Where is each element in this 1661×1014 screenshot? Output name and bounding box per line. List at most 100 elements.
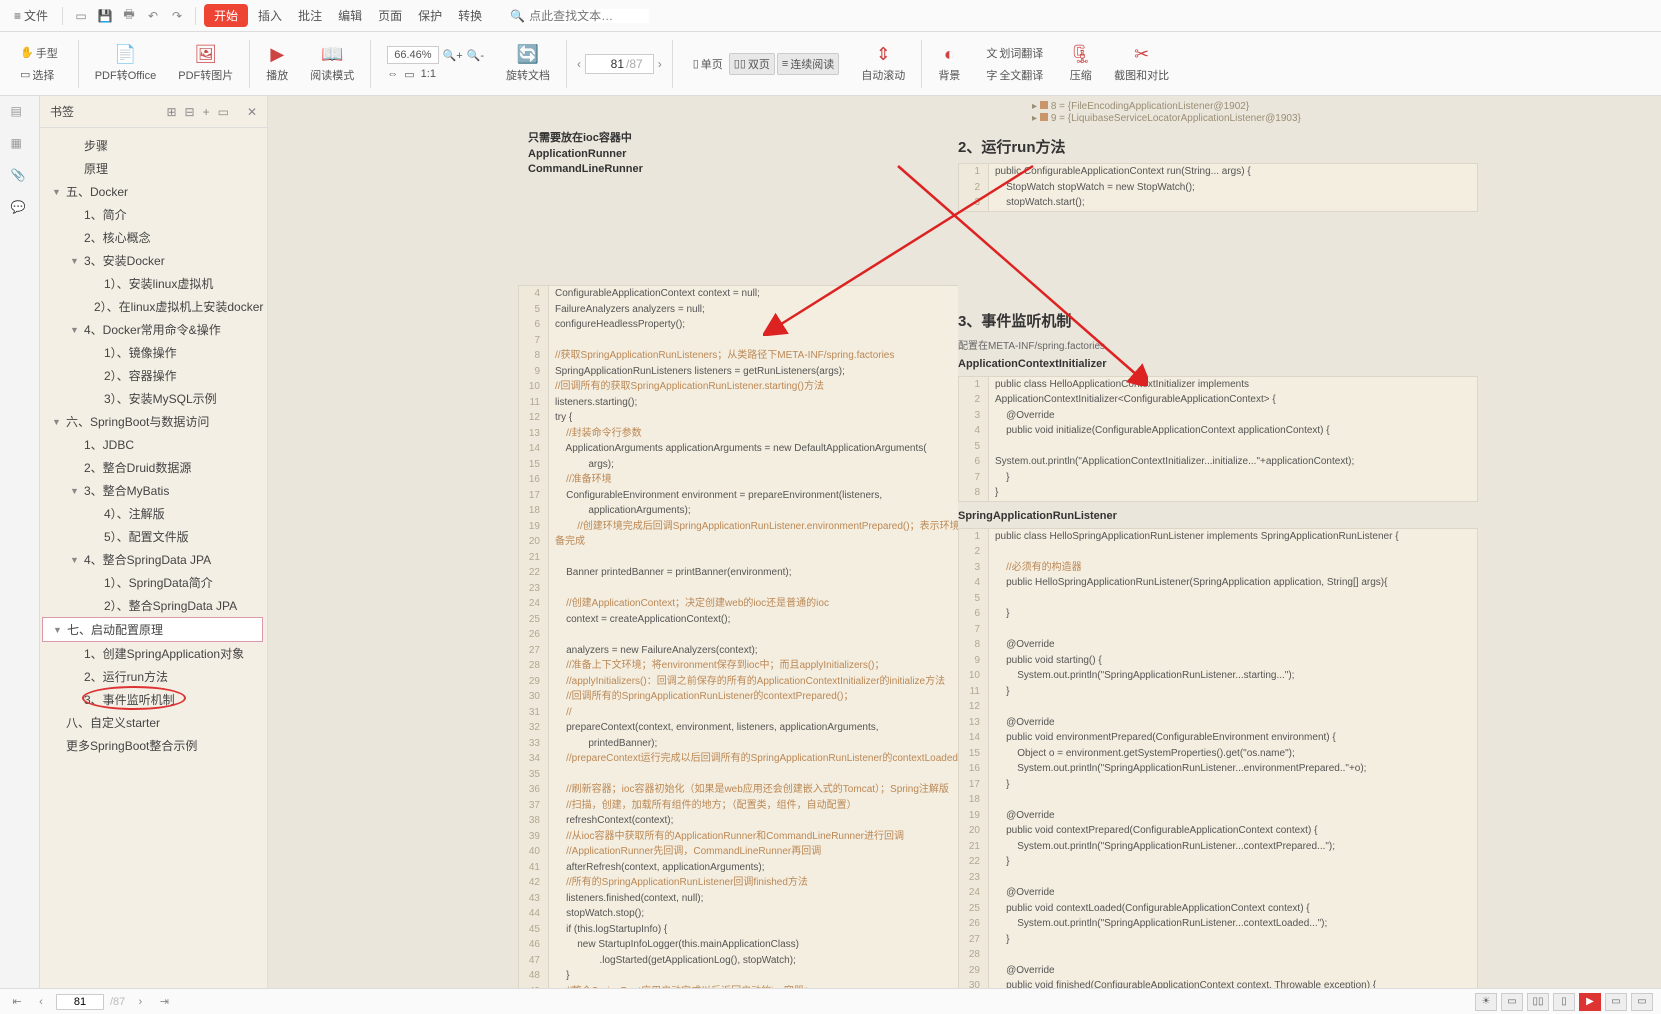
- open-icon[interactable]: ▭: [71, 6, 91, 26]
- tab-annotate[interactable]: 批注: [292, 5, 328, 26]
- code-block: 1public ConfigurableApplicationContext r…: [958, 163, 1478, 212]
- note-text: 配置在META-INF/spring.factories: [958, 337, 1478, 352]
- tab-edit[interactable]: 编辑: [332, 5, 368, 26]
- add-bookmark-icon[interactable]: +: [203, 105, 210, 119]
- bookmarks-icon[interactable]: ▤: [11, 104, 29, 122]
- compress[interactable]: 🗜压缩: [1063, 42, 1098, 85]
- bookmark-item[interactable]: 步骤: [42, 134, 263, 157]
- first-page-icon[interactable]: ⇤: [8, 995, 26, 1008]
- auto-scroll[interactable]: ⇕自动滚动: [855, 42, 911, 85]
- zoom-out-icon[interactable]: 🔍-: [467, 49, 484, 62]
- page-right: ▸ 8 = {FileEncodingApplicationListener@1…: [958, 96, 1478, 906]
- last-page-icon[interactable]: ⇥: [155, 995, 173, 1008]
- tab-start[interactable]: 开始: [204, 4, 248, 27]
- close-sidebar-icon[interactable]: ✕: [247, 105, 257, 119]
- bookmark-item[interactable]: 2、运行run方法: [42, 665, 263, 688]
- undo-icon[interactable]: ↶: [143, 6, 163, 26]
- bookmark-item[interactable]: 1、简介: [42, 203, 263, 226]
- hand-tool[interactable]: ✋ 手型: [16, 43, 62, 63]
- fit-page-icon[interactable]: ▭: [404, 68, 414, 81]
- tab-convert[interactable]: 转换: [452, 5, 488, 26]
- continuous-read[interactable]: ≡ 连续阅读: [777, 53, 839, 75]
- single-page[interactable]: ▯ 单页: [689, 53, 727, 75]
- page-input[interactable]: [56, 994, 104, 1010]
- play-button[interactable]: ▶播放: [260, 42, 294, 85]
- full-translate[interactable]: 字 全文翻译: [982, 65, 1047, 85]
- bookmark-item[interactable]: 2）、在linux虚拟机上安装docker: [42, 295, 263, 318]
- page-indicator[interactable]: 81/87: [585, 54, 654, 74]
- view-mode-icon[interactable]: ▯▯: [1527, 993, 1549, 1011]
- rotate-doc[interactable]: 🔄旋转文档: [500, 42, 556, 85]
- bookmark-item[interactable]: ▼3、整合MyBatis: [42, 479, 263, 502]
- tab-page[interactable]: 页面: [372, 5, 408, 26]
- view-mode-icon[interactable]: ▭: [1631, 993, 1653, 1011]
- collapse-all-icon[interactable]: ⊟: [185, 105, 195, 119]
- bookmark-item[interactable]: ▼4、Docker常用命令&操作: [42, 318, 263, 341]
- read-mode[interactable]: 📖阅读模式: [304, 42, 360, 85]
- select-tool[interactable]: ▭ 选择: [16, 65, 58, 85]
- page-prev-icon[interactable]: ‹: [577, 57, 581, 71]
- bookmark-options-icon[interactable]: ▭: [218, 105, 229, 119]
- actual-size-icon[interactable]: 1:1: [421, 68, 436, 81]
- view-mode-icon[interactable]: ▭: [1605, 993, 1627, 1011]
- bookmark-item[interactable]: 1、JDBC: [42, 433, 263, 456]
- next-page-icon[interactable]: ›: [131, 996, 149, 1008]
- note-text: SpringApplicationRunListener: [958, 510, 1478, 522]
- bookmark-item[interactable]: ▼3、安装Docker: [42, 249, 263, 272]
- tab-protect[interactable]: 保护: [412, 5, 448, 26]
- section-heading: 3、事件监听机制: [958, 310, 1478, 331]
- bookmark-item[interactable]: ▼五、Docker: [42, 180, 263, 203]
- bookmark-item[interactable]: 2）、容器操作: [42, 364, 263, 387]
- view-mode-icon[interactable]: ▶: [1579, 993, 1601, 1011]
- left-rail: ▤ ▦ 📎 💬: [0, 96, 40, 988]
- view-mode-icon[interactable]: ▯: [1553, 993, 1575, 1011]
- bookmark-item[interactable]: 2）、整合SpringData JPA: [42, 594, 263, 617]
- bookmark-item[interactable]: ▼4、整合SpringData JPA: [42, 548, 263, 571]
- bookmark-item[interactable]: 1、创建SpringApplication对象: [42, 642, 263, 665]
- save-icon[interactable]: 💾: [95, 6, 115, 26]
- word-translate[interactable]: 文 划词翻译: [982, 43, 1047, 63]
- expand-all-icon[interactable]: ⊞: [166, 105, 176, 119]
- bookmark-item[interactable]: ▼六、SpringBoot与数据访问: [42, 410, 263, 433]
- bookmark-item[interactable]: 4）、注解版: [42, 502, 263, 525]
- debug-tree-line: ▸ 8 = {FileEncodingApplicationListener@1…: [1032, 101, 1478, 112]
- search-input[interactable]: [529, 9, 649, 23]
- section-heading: 2、运行run方法: [958, 136, 1478, 157]
- print-icon[interactable]: 🖶: [119, 6, 139, 26]
- pdf-to-image[interactable]: 🖼PDF转图片: [172, 42, 239, 85]
- tab-insert[interactable]: 插入: [252, 5, 288, 26]
- pdf-to-office[interactable]: 📄PDF转Office: [89, 42, 163, 85]
- page-next-icon[interactable]: ›: [658, 57, 662, 71]
- file-menu[interactable]: ≡ 文件: [8, 5, 54, 26]
- background[interactable]: ◐背景: [932, 42, 966, 85]
- bookmark-item[interactable]: 1）、镜像操作: [42, 341, 263, 364]
- bookmark-item[interactable]: 更多SpringBoot整合示例: [42, 734, 263, 757]
- fit-width-icon[interactable]: ⇔: [387, 68, 398, 81]
- screenshot-compare[interactable]: ✂截图和对比: [1108, 42, 1175, 85]
- bookmark-item[interactable]: 3）、安装MySQL示例: [42, 387, 263, 410]
- comments-icon[interactable]: 💬: [11, 200, 29, 218]
- view-mode-icon[interactable]: ▭: [1501, 993, 1523, 1011]
- thumbnails-icon[interactable]: ▦: [11, 136, 29, 154]
- sidebar-title: 书签: [50, 103, 74, 120]
- zoom-value[interactable]: 66.46%: [387, 46, 438, 64]
- double-page[interactable]: ▯▯ 双页: [729, 53, 775, 75]
- attach-icon[interactable]: 📎: [11, 168, 29, 186]
- bookmark-tree: 步骤原理▼五、Docker1、简介2、核心概念▼3、安装Docker1）、安装l…: [40, 128, 267, 988]
- bookmark-item[interactable]: 5）、配置文件版: [42, 525, 263, 548]
- bookmark-item[interactable]: 1）、SpringData简介: [42, 571, 263, 594]
- zoom-in-icon[interactable]: 🔍+: [443, 49, 463, 62]
- bookmark-item[interactable]: 2、整合Druid数据源: [42, 456, 263, 479]
- bookmark-item[interactable]: 原理: [42, 157, 263, 180]
- bookmark-item[interactable]: 3、事件监听机制: [42, 688, 263, 711]
- bookmark-item[interactable]: 2、核心概念: [42, 226, 263, 249]
- status-bar: ⇤ ‹ /87 › ⇥ ☀ ▭ ▯▯ ▯ ▶ ▭ ▭: [0, 988, 1661, 1014]
- view-mode-icon[interactable]: ☀: [1475, 993, 1497, 1011]
- redo-icon[interactable]: ↷: [167, 6, 187, 26]
- bookmark-item[interactable]: 八、自定义starter: [42, 711, 263, 734]
- document-viewport[interactable]: 只需要放在ioc容器中 ApplicationRunner CommandLin…: [268, 96, 1661, 988]
- bookmark-item[interactable]: ▼七、启动配置原理: [42, 617, 263, 642]
- prev-page-icon[interactable]: ‹: [32, 996, 50, 1008]
- bookmark-item[interactable]: 1）、安装linux虚拟机: [42, 272, 263, 295]
- debug-tree-line: ▸ 9 = {LiquibaseServiceLocatorApplicatio…: [1032, 113, 1478, 124]
